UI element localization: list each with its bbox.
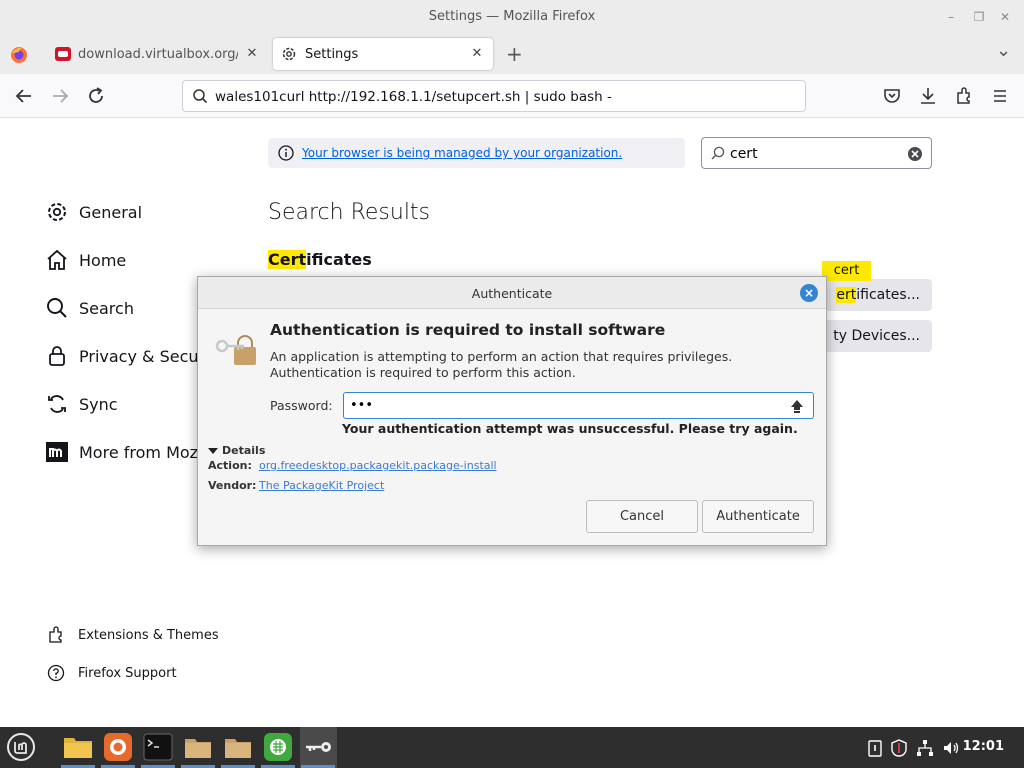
button-label: ty Devices... [833,328,920,344]
search-match-badge: cert [822,261,871,281]
search-icon [192,88,208,104]
sidebar-item-label: Home [79,250,127,270]
dialog-heading: Authentication is required to install so… [270,321,666,339]
restore-button[interactable]: ❐ [972,10,986,24]
settings-search-input[interactable] [730,144,900,164]
sidebar-support-link[interactable]: Firefox Support [46,661,177,685]
key-icon[interactable] [303,732,333,762]
volume-tray-icon[interactable] [942,739,960,757]
downloads-icon[interactable] [918,86,938,106]
sidebar-item-label: General [79,202,143,222]
dialog-titlebar: Authenticate × [198,277,826,309]
calc-icon[interactable] [263,732,293,762]
tab-label: Settings [305,46,359,62]
puzzle-icon [46,625,66,645]
caps-lock-icon [789,398,805,414]
triangle-down-icon [208,446,218,456]
lock-icon [44,343,70,369]
terminal-icon[interactable] [143,732,173,762]
details-expander[interactable]: Details [208,444,265,457]
search-highlight: Cert [268,250,307,269]
sidebar-item-search[interactable]: Search [44,292,134,324]
tab-virtualbox[interactable]: download.virtualbox.org/vi ✕ [46,38,268,70]
help-icon [46,663,66,683]
extensions-icon[interactable] [954,86,974,106]
taskbar: 12:01 [0,727,1024,768]
url-bar[interactable] [182,80,806,112]
sidebar-item-sync[interactable]: Sync [44,388,118,420]
minimize-button[interactable]: – [944,10,958,24]
window-title: Settings — Mozilla Firefox [428,9,596,24]
action-link[interactable]: org.freedesktop.packagekit.package-insta… [259,459,497,472]
tab-strip: download.virtualbox.org/vi ✕ Settings ✕ … [0,34,1024,74]
pocket-icon[interactable] [882,86,902,106]
clear-search-icon[interactable] [907,146,923,162]
info-icon [278,145,294,161]
sidebar-item-label: Sync [79,394,118,414]
authenticate-dialog: Authenticate × Authentication is require… [197,276,827,546]
nav-bar [0,74,1024,118]
gear-icon [44,199,70,225]
menu-icon[interactable] [990,86,1010,106]
url-input[interactable] [215,87,795,107]
action-label: Action: [208,459,252,472]
search-results-title: Search Results [268,200,431,225]
search-icon [44,295,70,321]
home-icon [44,247,70,273]
password-label: Password: [270,398,333,413]
reload-icon[interactable] [86,86,106,106]
dialog-title: Authenticate [471,286,553,301]
gear-icon [281,46,297,62]
folder-icon[interactable] [183,732,213,762]
sidebar-item-home[interactable]: Home [44,244,126,276]
sidebar-item-general[interactable]: General [44,196,142,228]
window-titlebar: Settings — Mozilla Firefox – ❐ ✕ [0,0,1024,34]
key-lock-icon [212,333,260,369]
search-icon [710,145,726,161]
sidebar-item-label: Search [79,298,134,318]
mint-menu-icon[interactable] [6,732,36,762]
firefox-icon[interactable] [103,732,133,762]
list-all-tabs-button[interactable]: ⌄ [996,40,1011,61]
back-icon[interactable] [14,86,34,106]
clipboard-tray-icon[interactable] [866,739,884,757]
sidebar-extensions-link[interactable]: Extensions & Themes [46,623,219,647]
managed-notice-link[interactable]: Your browser is being managed by your or… [302,146,622,160]
certificates-section-heading: Certificates [268,250,372,269]
vendor-label: Vendor: [208,479,257,492]
dialog-description: An application is attempting to perform … [270,349,733,380]
shield-tray-icon[interactable] [890,739,908,757]
search-highlight: ert [836,287,857,303]
details-label: Details [222,444,266,457]
network-tray-icon[interactable] [916,739,934,757]
sync-icon [44,391,70,417]
sidebar-item-more-from-mozilla[interactable]: More from Mozilla [44,436,221,468]
managed-notice: Your browser is being managed by your or… [268,138,685,168]
cancel-button[interactable]: Cancel [586,500,698,533]
close-window-button[interactable]: ✕ [998,10,1012,24]
password-input[interactable] [350,396,770,415]
tab-close-icon[interactable]: ✕ [469,46,485,61]
password-field[interactable] [343,392,814,419]
files-icon[interactable] [63,732,93,762]
forward-icon[interactable] [50,86,70,106]
tab-close-icon[interactable]: ✕ [244,46,260,61]
vendor-link[interactable]: The PackageKit Project [259,479,384,492]
folder-icon[interactable] [223,732,253,762]
authenticate-button[interactable]: Authenticate [702,500,814,533]
settings-search-box[interactable] [701,137,932,169]
virtualbox-favicon-icon [54,45,72,63]
sidebar-footer-label: Extensions & Themes [78,627,219,643]
heading-rest: ificates [306,250,372,269]
tab-label: download.virtualbox.org/vi [78,46,238,62]
mozilla-icon [44,439,70,465]
new-tab-button[interactable]: + [506,42,523,66]
tab-settings[interactable]: Settings ✕ [273,38,493,70]
auth-error-message: Your authentication attempt was unsucces… [342,421,798,436]
clock[interactable]: 12:01 [963,739,1004,754]
sidebar-footer-label: Firefox Support [78,665,177,681]
firefox-view-icon[interactable] [10,46,28,64]
dialog-close-icon[interactable]: × [800,284,818,302]
button-label: ificates... [856,287,920,303]
